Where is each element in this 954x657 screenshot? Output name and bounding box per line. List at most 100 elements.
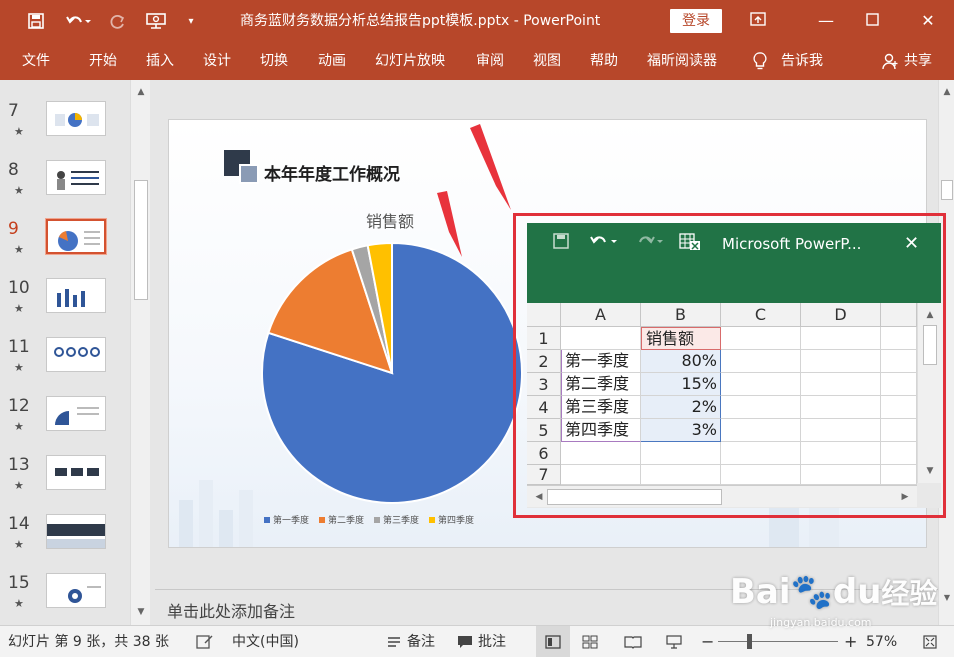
slide-thumbnail-12[interactable]: 12 ★: [0, 396, 130, 455]
excel-undo-icon[interactable]: [589, 233, 619, 255]
close-icon[interactable]: ✕: [906, 0, 950, 42]
select-all-corner[interactable]: [527, 303, 561, 327]
zoom-in-icon[interactable]: +: [844, 626, 857, 657]
scroll-left-icon[interactable]: ◀: [531, 489, 547, 505]
cell-b5[interactable]: 3%: [641, 419, 721, 442]
slide-thumbnail-8[interactable]: 8 ★: [0, 160, 130, 219]
zoom-level[interactable]: 57%: [866, 626, 897, 657]
cell-a3[interactable]: 第二季度: [561, 373, 641, 396]
excel-data-window[interactable]: Microsoft PowerP... ✕ A B C D 1 2 3 4 5 …: [527, 223, 941, 508]
tab-home[interactable]: 开始: [89, 42, 117, 80]
cell-c5[interactable]: [721, 419, 801, 442]
cell-d4[interactable]: [801, 396, 881, 419]
scroll-down-icon[interactable]: ▼: [133, 604, 149, 620]
cell-e2[interactable]: [881, 350, 917, 373]
minimize-icon[interactable]: —: [804, 0, 848, 42]
spreadsheet-grid[interactable]: A B C D 1 2 3 4 5 6 7 销售额 第一季度 第二季度 第三季度…: [527, 303, 941, 508]
tab-insert[interactable]: 插入: [146, 42, 174, 80]
scrollbar-thumb[interactable]: [941, 180, 953, 200]
reading-view-icon[interactable]: [624, 626, 642, 657]
scrollbar-thumb[interactable]: [547, 489, 722, 505]
scrollbar-thumb[interactable]: [134, 180, 148, 300]
column-header-e[interactable]: [881, 303, 917, 327]
cell-d3[interactable]: [801, 373, 881, 396]
tab-transitions[interactable]: 切换: [260, 42, 288, 80]
pie-chart[interactable]: [257, 238, 527, 508]
row-header-3[interactable]: 3: [527, 373, 561, 396]
cell-b4[interactable]: 2%: [641, 396, 721, 419]
cell-a2[interactable]: 第一季度: [561, 350, 641, 373]
cell-e1[interactable]: [881, 327, 917, 350]
lightbulb-icon[interactable]: [752, 42, 768, 80]
tab-foxit[interactable]: 福昕阅读器: [647, 42, 717, 80]
row-header-7[interactable]: 7: [527, 465, 561, 485]
customize-icon[interactable]: ▾: [183, 0, 199, 42]
cell-c1[interactable]: [721, 327, 801, 350]
row-header-1[interactable]: 1: [527, 327, 561, 350]
cell-b2[interactable]: 80%: [641, 350, 721, 373]
chart-legend[interactable]: 第一季度 第二季度 第三季度 第四季度: [264, 513, 474, 526]
scroll-up-icon[interactable]: ▲: [133, 84, 149, 100]
scroll-right-icon[interactable]: ▶: [897, 489, 913, 505]
row-header-4[interactable]: 4: [527, 396, 561, 419]
tab-animations[interactable]: 动画: [318, 42, 346, 80]
excel-close-icon[interactable]: ✕: [904, 233, 919, 255]
cell-b1-series-name[interactable]: 销售额: [641, 327, 721, 350]
login-button[interactable]: 登录: [670, 9, 722, 33]
cell-a4[interactable]: 第三季度: [561, 396, 641, 419]
tab-view[interactable]: 视图: [533, 42, 561, 80]
slide-thumbnail-7[interactable]: 7 ★: [0, 101, 130, 160]
share-user-icon[interactable]: [882, 42, 898, 80]
excel-save-icon[interactable]: [553, 233, 569, 255]
scroll-up-icon[interactable]: ▲: [922, 307, 938, 323]
ribbon-display-icon[interactable]: [736, 0, 780, 42]
cell-d1[interactable]: [801, 327, 881, 350]
row-header-2[interactable]: 2: [527, 350, 561, 373]
row-header-5[interactable]: 5: [527, 419, 561, 442]
notes-toggle-icon[interactable]: [386, 626, 402, 657]
cell-e5[interactable]: [881, 419, 917, 442]
cell-d2[interactable]: [801, 350, 881, 373]
legend-item-2[interactable]: 第二季度: [319, 513, 364, 526]
present-icon[interactable]: [142, 0, 170, 42]
cell-c3[interactable]: [721, 373, 801, 396]
column-header-b[interactable]: B: [641, 303, 721, 327]
legend-item-3[interactable]: 第三季度: [374, 513, 419, 526]
comments-icon[interactable]: [456, 626, 474, 657]
cell-e6[interactable]: [881, 442, 917, 465]
cell-d7[interactable]: [801, 465, 881, 485]
excel-redo-icon[interactable]: [635, 233, 663, 255]
scroll-down-icon[interactable]: ▼: [939, 590, 954, 606]
cell-b7[interactable]: [641, 465, 721, 485]
cell-e4[interactable]: [881, 396, 917, 419]
cell-c7[interactable]: [721, 465, 801, 485]
undo-icon[interactable]: [60, 0, 96, 42]
tab-slideshow[interactable]: 幻灯片放映: [375, 42, 445, 80]
slide-thumbnail-13[interactable]: 13 ★: [0, 455, 130, 514]
slide-thumbnail-15[interactable]: 15 ★: [0, 573, 130, 632]
cell-e3[interactable]: [881, 373, 917, 396]
cell-a7[interactable]: [561, 465, 641, 485]
cell-b6[interactable]: [641, 442, 721, 465]
cell-d6[interactable]: [801, 442, 881, 465]
cell-e7[interactable]: [881, 465, 917, 485]
slide-thumbnail-14[interactable]: 14 ★: [0, 514, 130, 573]
zoom-out-icon[interactable]: −: [701, 626, 714, 657]
excel-edit-in-excel-icon[interactable]: [679, 233, 701, 255]
column-header-c[interactable]: C: [721, 303, 801, 327]
legend-item-4[interactable]: 第四季度: [429, 513, 474, 526]
notes-toggle-button[interactable]: 备注: [407, 626, 435, 657]
redo-icon[interactable]: [106, 0, 130, 42]
column-header-a[interactable]: A: [561, 303, 641, 327]
normal-view-icon[interactable]: [536, 626, 570, 657]
cell-c6[interactable]: [721, 442, 801, 465]
comments-button[interactable]: 批注: [478, 626, 506, 657]
notes-placeholder[interactable]: 单击此处添加备注: [167, 598, 295, 622]
cell-c4[interactable]: [721, 396, 801, 419]
slide-thumbnail-9[interactable]: 9 ★: [0, 218, 130, 278]
excel-vertical-scrollbar[interactable]: ▲ ▼: [917, 303, 941, 483]
scroll-down-icon[interactable]: ▼: [922, 463, 938, 479]
tab-review[interactable]: 审阅: [476, 42, 504, 80]
slide-thumbnail-11[interactable]: 11 ★: [0, 337, 130, 396]
zoom-slider-thumb[interactable]: [747, 634, 753, 649]
